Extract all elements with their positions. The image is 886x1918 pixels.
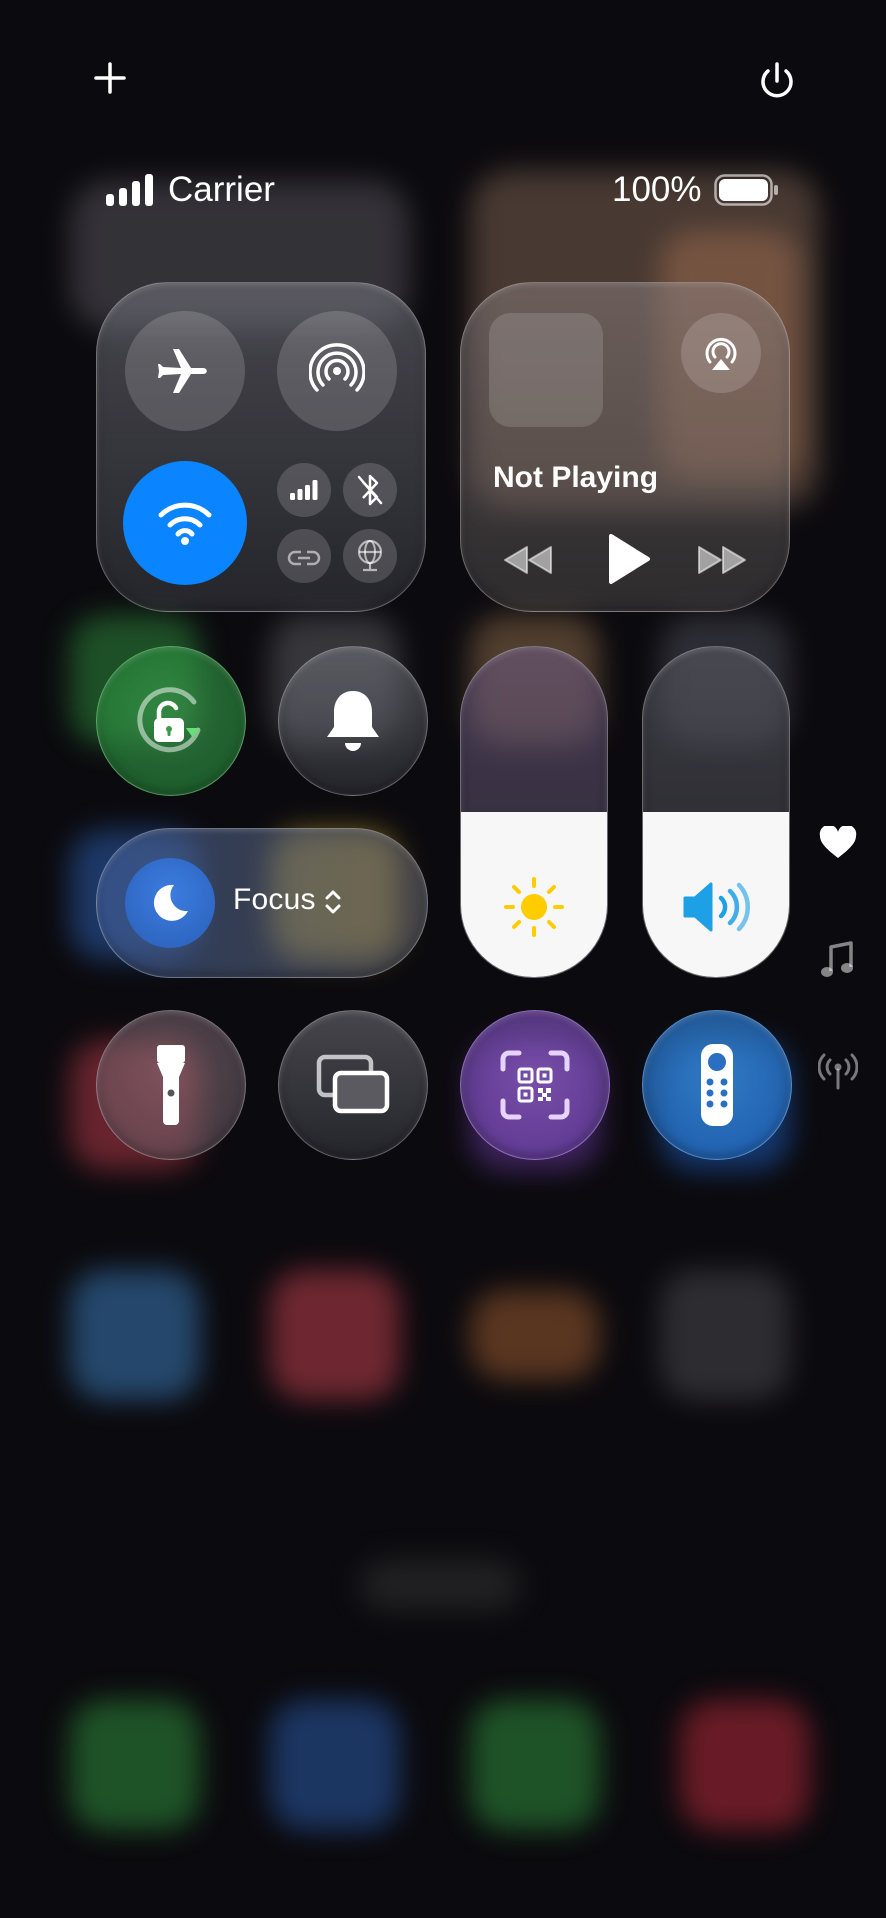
vpn-toggle[interactable] bbox=[343, 529, 397, 583]
heart-icon[interactable] bbox=[819, 826, 857, 860]
carrier-name: Carrier bbox=[168, 170, 275, 209]
sun-icon bbox=[504, 877, 564, 937]
flashlight-icon bbox=[157, 1045, 185, 1125]
antenna-icon[interactable] bbox=[818, 1052, 858, 1090]
airdrop-icon bbox=[309, 343, 365, 392]
connectivity-module bbox=[96, 282, 426, 612]
bluetooth-off-icon bbox=[357, 474, 383, 506]
power-button[interactable] bbox=[752, 56, 802, 106]
flashlight-toggle[interactable] bbox=[96, 1010, 246, 1160]
now-playing-module[interactable]: Not Playing bbox=[460, 282, 790, 612]
silent-mode-toggle[interactable] bbox=[278, 646, 428, 796]
screen-mirroring-toggle[interactable] bbox=[278, 1010, 428, 1160]
orientation-lock-icon bbox=[137, 687, 201, 753]
rewind-icon[interactable] bbox=[503, 545, 553, 575]
personal-hotspot-icon bbox=[287, 550, 321, 566]
play-icon[interactable] bbox=[607, 533, 651, 585]
moon-icon bbox=[153, 884, 188, 921]
cellular-icon bbox=[290, 480, 318, 500]
speaker-icon bbox=[683, 882, 750, 932]
album-artwork-placeholder bbox=[489, 313, 603, 427]
signal-strength-icon bbox=[106, 174, 153, 206]
vpn-globe-icon bbox=[357, 539, 383, 572]
apple-tv-remote-toggle[interactable] bbox=[642, 1010, 792, 1160]
add-button[interactable] bbox=[88, 56, 132, 100]
cellular-toggle[interactable] bbox=[277, 463, 331, 517]
volume-slider[interactable] bbox=[642, 646, 790, 978]
chevron-updown-icon bbox=[325, 890, 341, 914]
airplay-icon bbox=[705, 337, 737, 370]
airdrop-toggle[interactable] bbox=[277, 311, 397, 431]
qr-code-scanner-icon bbox=[500, 1050, 570, 1120]
status-bar: Carrier 100% bbox=[106, 168, 786, 214]
airplane-mode-toggle[interactable] bbox=[125, 311, 245, 431]
focus-label: Focus bbox=[233, 883, 316, 916]
plus-icon bbox=[94, 62, 126, 94]
power-icon bbox=[761, 62, 793, 98]
hotspot-toggle[interactable] bbox=[277, 529, 331, 583]
music-note-icon[interactable] bbox=[820, 940, 854, 980]
brightness-slider[interactable] bbox=[460, 646, 608, 978]
focus-toggle[interactable]: Focus bbox=[96, 828, 428, 978]
bell-icon bbox=[327, 691, 379, 751]
code-scanner-toggle[interactable] bbox=[460, 1010, 610, 1160]
fast-forward-icon[interactable] bbox=[697, 545, 747, 575]
battery-percent: 100% bbox=[612, 170, 702, 209]
bluetooth-toggle[interactable] bbox=[343, 463, 397, 517]
focus-icon-circle bbox=[125, 858, 215, 948]
airplay-button[interactable] bbox=[681, 313, 761, 393]
battery-icon bbox=[714, 174, 778, 206]
orientation-lock-toggle[interactable] bbox=[96, 646, 246, 796]
airplane-icon bbox=[158, 349, 207, 393]
wifi-icon bbox=[158, 502, 212, 545]
wifi-toggle[interactable] bbox=[123, 461, 247, 585]
screen-mirroring-icon bbox=[316, 1054, 390, 1114]
remote-icon bbox=[701, 1044, 733, 1126]
now-playing-title: Not Playing bbox=[493, 461, 659, 494]
